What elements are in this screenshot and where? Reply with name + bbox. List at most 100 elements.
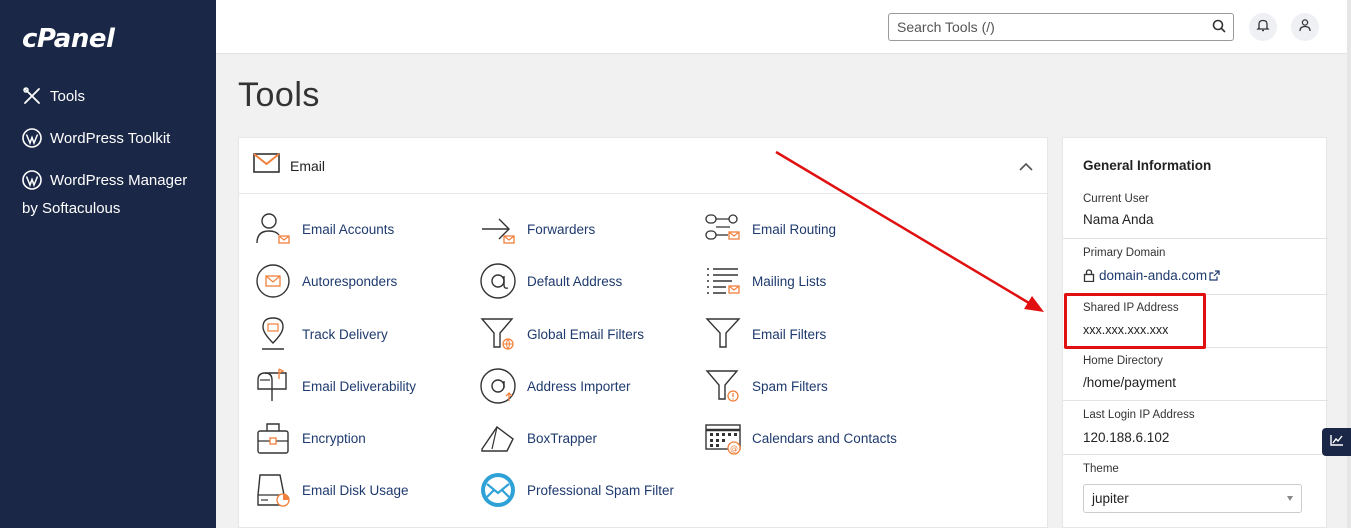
chevron-up-icon[interactable] (1019, 158, 1033, 176)
tool-email-accounts[interactable]: Email Accounts (253, 209, 394, 249)
search-icon[interactable] (1212, 19, 1226, 38)
user-icon (1298, 18, 1312, 37)
external-link-icon[interactable] (1209, 270, 1220, 281)
email-routing-icon (703, 209, 743, 249)
autoresponders-icon (253, 261, 293, 301)
topbar (216, 0, 1351, 54)
info-section-shared-ip: Shared IP Address xxx.xxx.xxx.xxx (1063, 295, 1328, 348)
tool-calendars-and-contacts[interactable]: @ Calendars and Contacts (703, 418, 897, 458)
shared-ip-label: Shared IP Address (1083, 302, 1179, 314)
lock-icon (1083, 269, 1095, 282)
last-login-ip-value: 120.188.6.102 (1083, 430, 1170, 445)
sidebar-item-sublabel: by Softaculous (22, 200, 121, 217)
mailing-lists-icon (703, 261, 743, 301)
encryption-icon (253, 418, 293, 458)
info-section-home-directory: Home Directory /home/payment (1063, 348, 1328, 401)
theme-select[interactable]: jupiter (1083, 484, 1302, 513)
tool-track-delivery[interactable]: Track Delivery (253, 314, 388, 354)
tool-label: Default Address (527, 273, 623, 289)
boxtrapper-icon (478, 418, 518, 458)
tool-professional-spam-filter[interactable]: Professional Spam Filter (478, 470, 674, 510)
search-input[interactable] (889, 14, 1199, 40)
tool-mailing-lists[interactable]: Mailing Lists (703, 261, 826, 301)
user-menu-button[interactable] (1291, 13, 1319, 41)
tool-spam-filters[interactable]: Spam Filters (703, 366, 828, 406)
tool-label: Global Email Filters (527, 326, 645, 342)
spam-filters-icon (703, 366, 743, 406)
tool-encryption[interactable]: Encryption (253, 418, 366, 458)
email-icon (253, 153, 280, 178)
tool-label: Email Filters (752, 326, 827, 342)
tool-email-deliverability[interactable]: Email Deliverability (253, 366, 416, 406)
email-accounts-icon (253, 209, 293, 249)
sidebar-item-label: WordPress Toolkit (50, 129, 171, 147)
email-panel-header[interactable]: Email (239, 138, 1047, 194)
tool-address-importer[interactable]: Address Importer (478, 366, 631, 406)
svg-text:@: @ (730, 444, 738, 453)
sidebar-item-wordpress-toolkit[interactable]: WordPress Toolkit (22, 128, 170, 148)
cpanel-logo[interactable]: cPanel (22, 24, 115, 54)
tools-icon (22, 86, 42, 106)
shared-ip-value: xxx.xxx.xxx.xxx (1083, 323, 1169, 337)
tool-label: Mailing Lists (752, 273, 827, 289)
primary-domain-link[interactable]: domain-anda.com (1099, 268, 1207, 283)
tool-label: Address Importer (527, 378, 631, 394)
current-user-label: Current User (1083, 193, 1149, 205)
home-directory-label: Home Directory (1083, 355, 1163, 367)
tool-label: Encryption (302, 430, 366, 446)
email-panel-title: Email (290, 157, 326, 174)
notifications-button[interactable] (1249, 13, 1277, 41)
current-user-value: Nama Anda (1083, 212, 1154, 227)
tool-label: Email Accounts (302, 221, 395, 237)
home-directory-value: /home/payment (1083, 375, 1177, 390)
global-email-filters-icon (478, 314, 518, 354)
tool-forwarders[interactable]: Forwarders (478, 209, 595, 249)
tool-boxtrapper[interactable]: BoxTrapper (478, 418, 597, 458)
tool-email-disk-usage[interactable]: Email Disk Usage (253, 470, 409, 510)
tool-label: Spam Filters (752, 378, 828, 394)
caret-down-icon (1287, 496, 1293, 501)
forwarders-icon (478, 209, 518, 249)
last-login-ip-label: Last Login IP Address (1083, 409, 1195, 421)
bell-icon (1256, 18, 1270, 37)
tool-label: Autoresponders (302, 273, 398, 289)
calendars-contacts-icon: @ (703, 418, 743, 458)
wordpress-icon (22, 128, 42, 148)
sidebar-item-wordpress-manager[interactable]: WordPress Manager (22, 170, 187, 190)
info-section-current-user: Current User Nama Anda (1063, 138, 1328, 239)
tool-label: Email Deliverability (302, 378, 417, 394)
default-address-icon (478, 261, 518, 301)
theme-selected-value: jupiter (1092, 491, 1129, 506)
info-section-last-login-ip: Last Login IP Address 120.188.6.102 (1063, 401, 1328, 455)
tool-email-filters[interactable]: Email Filters (703, 314, 826, 354)
info-section-primary-domain: Primary Domain domain-anda.com (1063, 239, 1328, 295)
sidebar: cPanel Tools WordPress Toolkit WordPress… (0, 0, 216, 528)
general-information-panel: General Information Current User Nama An… (1062, 137, 1328, 528)
stats-toggle-button[interactable] (1322, 428, 1351, 456)
email-disk-usage-icon (253, 470, 293, 510)
page-title: Tools (238, 76, 320, 114)
tool-label: Calendars and Contacts (752, 430, 897, 446)
tool-label: Track Delivery (302, 326, 388, 342)
chart-icon (1329, 433, 1344, 451)
tool-email-routing[interactable]: Email Routing (703, 209, 836, 249)
tool-label: Email Routing (752, 221, 837, 237)
sidebar-item-tools[interactable]: Tools (22, 86, 85, 106)
tool-label: Email Disk Usage (302, 482, 409, 498)
tool-autoresponders[interactable]: Autoresponders (253, 261, 397, 301)
professional-spam-filter-icon (478, 470, 518, 510)
tool-global-email-filters[interactable]: Global Email Filters (478, 314, 644, 354)
search-box (888, 13, 1234, 41)
tool-label: Professional Spam Filter (527, 482, 675, 498)
track-delivery-icon (253, 314, 293, 354)
email-deliverability-icon (253, 366, 293, 406)
primary-domain-row: domain-anda.com (1083, 268, 1220, 283)
sidebar-item-label: WordPress Manager (50, 171, 188, 189)
tool-label: BoxTrapper (527, 430, 598, 446)
tool-label: Forwarders (527, 221, 596, 237)
tool-default-address[interactable]: Default Address (478, 261, 622, 301)
email-panel: Email Email Accounts Forwarders Email Ro… (238, 137, 1048, 528)
address-importer-icon (478, 366, 518, 406)
sidebar-item-label: Tools (50, 87, 86, 105)
theme-label: Theme (1083, 463, 1119, 475)
